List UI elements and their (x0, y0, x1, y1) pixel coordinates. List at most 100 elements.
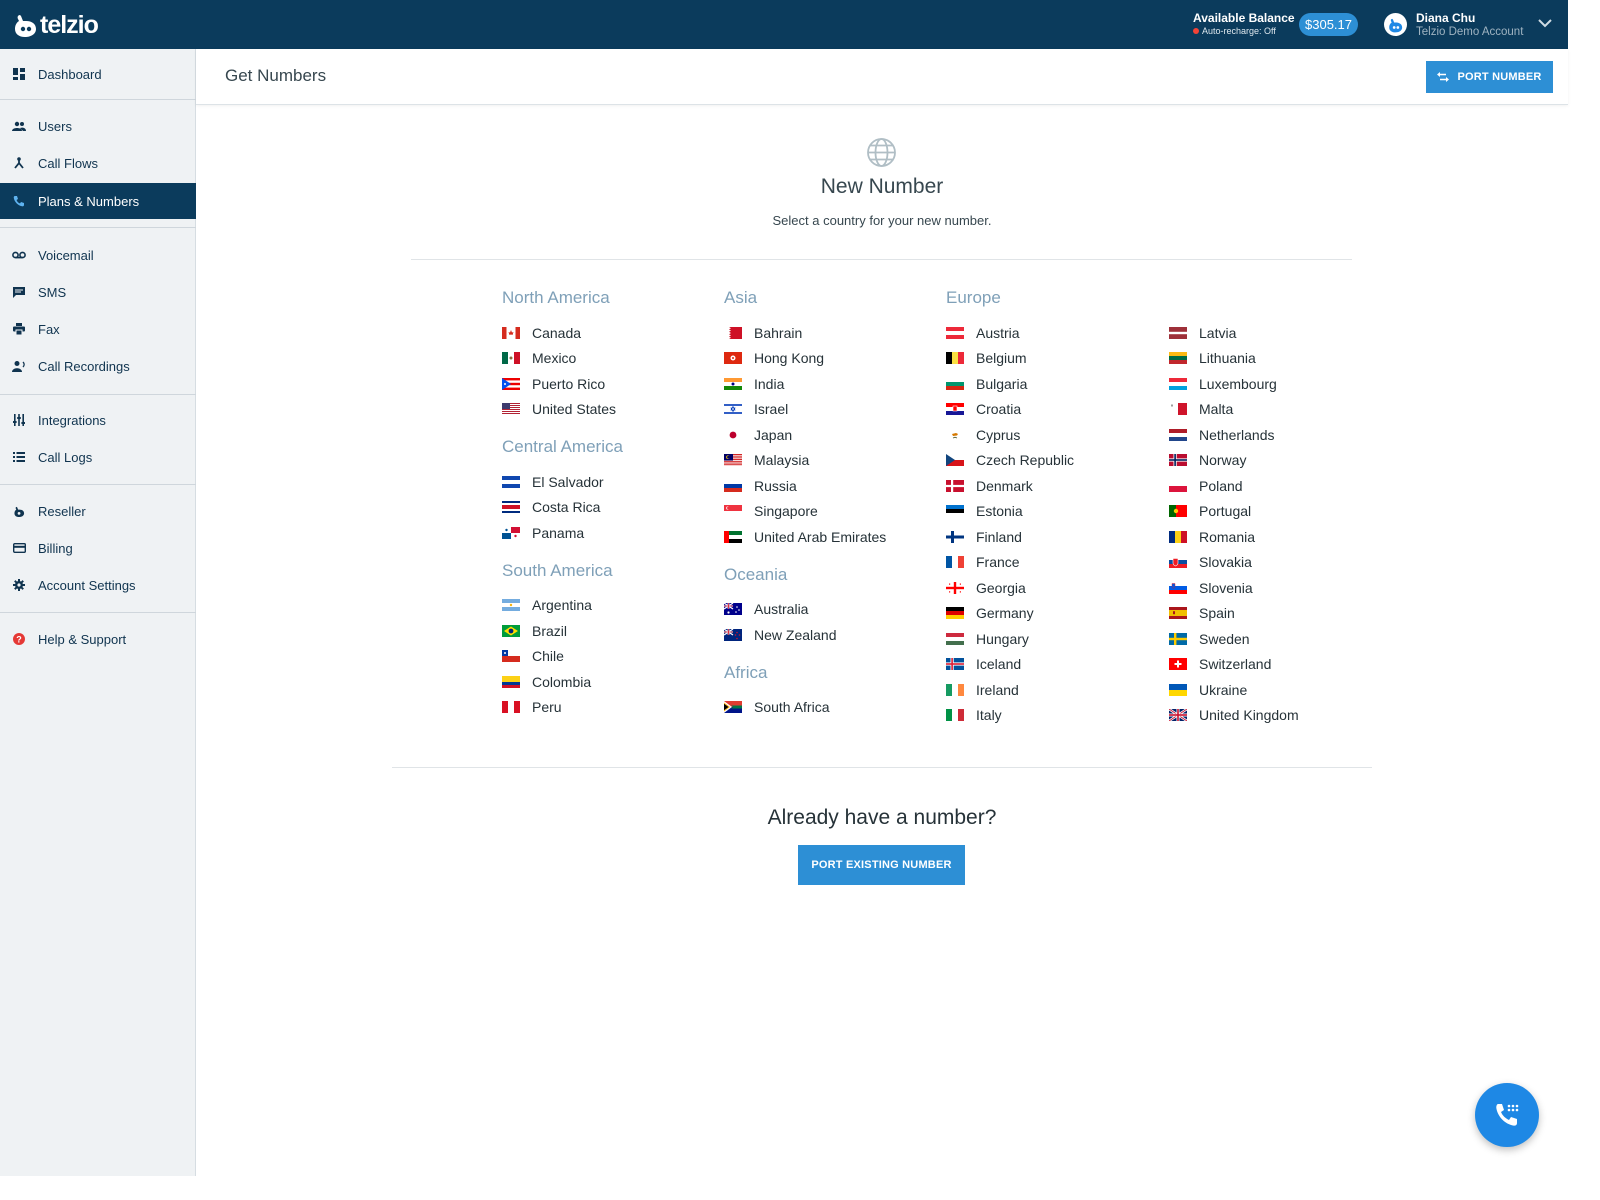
country-name: Italy (976, 707, 1002, 724)
country-link-malta[interactable]: Malta (1169, 397, 1389, 423)
sidebar-divider (0, 99, 196, 100)
sidebar-item-call-logs[interactable]: Call Logs (0, 439, 196, 475)
country-link-italy[interactable]: Italy (946, 703, 1166, 729)
sidebar-item-reseller[interactable]: Reseller (0, 493, 196, 529)
country-link-united-kingdom[interactable]: United Kingdom (1169, 703, 1389, 729)
country-link-malaysia[interactable]: Malaysia (724, 448, 944, 474)
country-link-el-salvador[interactable]: El Salvador (502, 469, 722, 495)
country-link-ukraine[interactable]: Ukraine (1169, 677, 1389, 703)
country-link-sweden[interactable]: Sweden (1169, 626, 1389, 652)
country-link-costa-rica[interactable]: Costa Rica (502, 495, 722, 521)
flag-united-arab-emirates-icon (724, 530, 742, 543)
flag-south-africa-icon (724, 701, 742, 714)
country-link-bahrain[interactable]: Bahrain (724, 320, 944, 346)
country-link-slovenia[interactable]: Slovenia (1169, 575, 1389, 601)
flag-russia-icon (724, 479, 742, 492)
country-link-germany[interactable]: Germany (946, 601, 1166, 627)
sidebar-item-dashboard[interactable]: Dashboard (0, 56, 196, 92)
country-link-georgia[interactable]: Georgia (946, 575, 1166, 601)
country-name: Estonia (976, 503, 1023, 520)
country-link-new-zealand[interactable]: New Zealand (724, 622, 944, 648)
country-name: India (754, 375, 785, 392)
country-link-norway[interactable]: Norway (1169, 448, 1389, 474)
dialer-fab-button[interactable] (1475, 1083, 1539, 1147)
country-link-south-africa[interactable]: South Africa (724, 695, 944, 721)
flag-slovenia-icon (1169, 581, 1187, 594)
country-link-israel[interactable]: Israel (724, 397, 944, 423)
sidebar-item-call-recordings[interactable]: Call Recordings (0, 348, 196, 384)
chevron-down-icon[interactable] (1537, 15, 1553, 31)
phone-dialpad-icon (1496, 1104, 1519, 1126)
country-link-luxembourg[interactable]: Luxembourg (1169, 371, 1389, 397)
country-link-singapore[interactable]: Singapore (724, 499, 944, 525)
country-link-russia[interactable]: Russia (724, 473, 944, 499)
country-link-switzerland[interactable]: Switzerland (1169, 652, 1389, 678)
available-balance: Available Balance Auto-recharge: Off (1193, 11, 1295, 36)
country-link-argentina[interactable]: Argentina (502, 593, 722, 619)
country-link-bulgaria[interactable]: Bulgaria (946, 371, 1166, 397)
telzio-logo[interactable]: telzio (14, 10, 99, 40)
country-link-cyprus[interactable]: Cyprus (946, 422, 1166, 448)
sidebar-item-call-flows[interactable]: Call Flows (0, 145, 196, 181)
new-number-subtitle: Select a country for your new number. (772, 213, 992, 228)
country-name: Hungary (976, 630, 1029, 647)
sidebar-item-sms[interactable]: SMS (0, 274, 196, 310)
country-name: Chile (532, 648, 564, 665)
sidebar-item-help-support[interactable]: ? Help & Support (0, 621, 196, 657)
flag-netherlands-icon (1169, 428, 1187, 441)
country-link-slovakia[interactable]: Slovakia (1169, 550, 1389, 576)
sidebar-item-plans-numbers[interactable]: Plans & Numbers (0, 183, 196, 219)
country-link-canada[interactable]: Canada (502, 320, 722, 346)
country-link-austria[interactable]: Austria (946, 320, 1166, 346)
country-link-latvia[interactable]: Latvia (1169, 320, 1389, 346)
country-link-australia[interactable]: Australia (724, 597, 944, 623)
country-link-peru[interactable]: Peru (502, 695, 722, 721)
country-link-netherlands[interactable]: Netherlands (1169, 422, 1389, 448)
sidebar-item-users[interactable]: Users (0, 108, 196, 144)
sidebar-divider (0, 484, 196, 485)
sidebar-item-voicemail[interactable]: Voicemail (0, 237, 196, 273)
sidebar-item-billing[interactable]: Billing (0, 530, 196, 566)
country-link-hong-kong[interactable]: Hong Kong (724, 346, 944, 372)
flag-sweden-icon (1169, 632, 1187, 645)
sidebar-item-integrations[interactable]: Integrations (0, 402, 196, 438)
account-avatar[interactable] (1384, 13, 1407, 36)
country-link-estonia[interactable]: Estonia (946, 499, 1166, 525)
country-link-mexico[interactable]: Mexico (502, 346, 722, 372)
sidebar-item-label: Account Settings (38, 577, 136, 593)
country-link-india[interactable]: India (724, 371, 944, 397)
country-link-poland[interactable]: Poland (1169, 473, 1389, 499)
country-link-czech-republic[interactable]: Czech Republic (946, 448, 1166, 474)
country-link-portugal[interactable]: Portugal (1169, 499, 1389, 525)
country-link-denmark[interactable]: Denmark (946, 473, 1166, 499)
balance-amount-badge[interactable]: $305.17 (1299, 13, 1358, 36)
country-link-belgium[interactable]: Belgium (946, 346, 1166, 372)
country-link-lithuania[interactable]: Lithuania (1169, 346, 1389, 372)
sidebar-item-account-settings[interactable]: Account Settings (0, 567, 196, 603)
country-link-brazil[interactable]: Brazil (502, 618, 722, 644)
country-link-iceland[interactable]: Iceland (946, 652, 1166, 678)
country-link-united-arab-emirates[interactable]: United Arab Emirates (724, 524, 944, 550)
sidebar-item-fax[interactable]: Fax (0, 311, 196, 347)
port-number-button[interactable]: PORT NUMBER (1426, 61, 1553, 93)
country-link-panama[interactable]: Panama (502, 520, 722, 546)
fax-icon (13, 323, 25, 335)
country-link-france[interactable]: France (946, 550, 1166, 576)
port-existing-number-button[interactable]: PORT EXISTING NUMBER (798, 845, 965, 885)
country-link-ireland[interactable]: Ireland (946, 677, 1166, 703)
account-menu[interactable]: Diana Chu Telzio Demo Account (1416, 11, 1523, 38)
country-link-colombia[interactable]: Colombia (502, 669, 722, 695)
country-link-spain[interactable]: Spain (1169, 601, 1389, 627)
country-name: Cyprus (976, 426, 1021, 443)
country-link-puerto-rico[interactable]: Puerto Rico (502, 371, 722, 397)
country-link-croatia[interactable]: Croatia (946, 397, 1166, 423)
flag-slovakia-icon (1169, 556, 1187, 569)
sidebar-item-label: Dashboard (38, 66, 102, 82)
country-link-hungary[interactable]: Hungary (946, 626, 1166, 652)
country-link-finland[interactable]: Finland (946, 524, 1166, 550)
country-link-chile[interactable]: Chile (502, 644, 722, 670)
country-link-japan[interactable]: Japan (724, 422, 944, 448)
country-link-united-states[interactable]: United States (502, 397, 722, 423)
country-name: Finland (976, 528, 1022, 545)
country-link-romania[interactable]: Romania (1169, 524, 1389, 550)
